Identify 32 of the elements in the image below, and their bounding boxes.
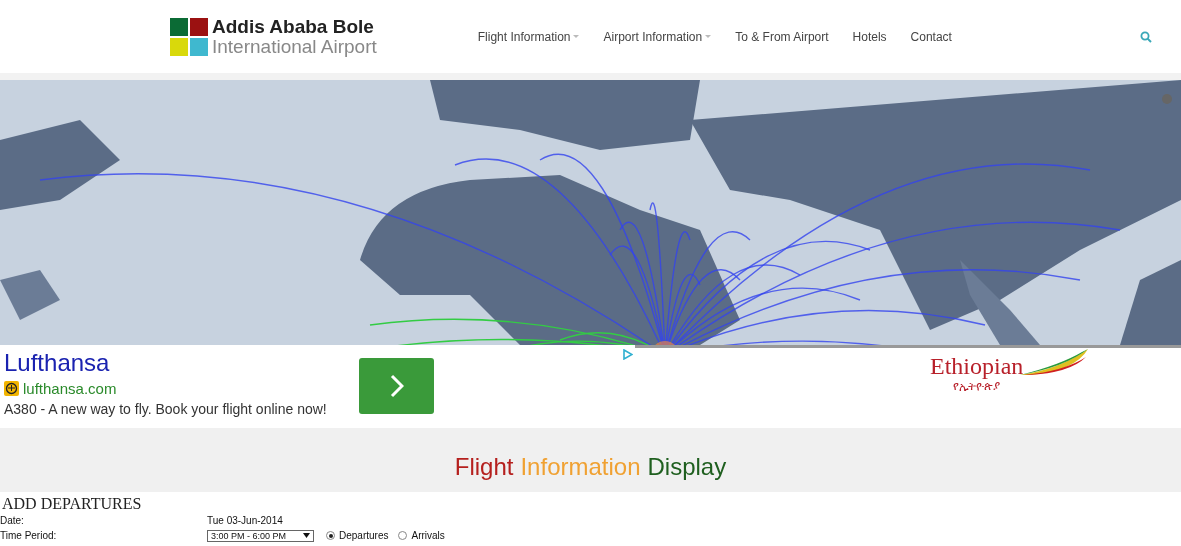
field-label: Date: xyxy=(0,515,25,526)
airline-logo-icon xyxy=(4,381,19,396)
field-value: Tue 03-Jun-2014 xyxy=(207,515,283,526)
ad-choices-icon[interactable] xyxy=(622,349,633,360)
radio-label[interactable]: Departures xyxy=(339,530,389,541)
page-title-word: Information xyxy=(520,453,641,481)
chevron-right-icon xyxy=(389,374,404,398)
ad-title[interactable]: Lufthansa xyxy=(4,349,354,377)
radio-button[interactable] xyxy=(398,531,408,540)
nav-link[interactable]: Hotels xyxy=(852,29,887,44)
logo-icon xyxy=(170,17,208,56)
nav-link[interactable]: Contact xyxy=(910,29,952,44)
search-icon[interactable] xyxy=(1139,30,1152,43)
ad-text: A380 - A new way to fly. Book your flight online now! xyxy=(4,401,328,417)
slide-dot-icon[interactable] xyxy=(1162,94,1172,104)
field-label: Time Period: xyxy=(0,530,58,541)
ad-open-button[interactable] xyxy=(359,358,434,414)
nav-link[interactable]: To & From Airport xyxy=(735,29,829,44)
caret-icon xyxy=(303,533,310,538)
sponsor-name: Ethiopian xyxy=(930,353,1024,379)
radio-button[interactable] xyxy=(326,531,335,540)
nav-link[interactable]: Flight Information xyxy=(477,29,580,44)
sponsor-script: የኢትዮጵያ xyxy=(953,379,1001,393)
logo-subtitle: International Airport xyxy=(212,36,377,57)
time-period-select[interactable]: 3:00 PM - 6:00 PM xyxy=(207,529,314,542)
ad-url[interactable]: lufthansa.com xyxy=(23,380,117,397)
page-title-word: Display xyxy=(647,453,727,481)
nav-link[interactable]: Airport Information xyxy=(603,29,712,44)
radio-label[interactable]: Arrivals xyxy=(411,530,445,541)
section-heading: ADD DEPARTURES xyxy=(1,494,143,513)
page-title-word: Flight xyxy=(454,453,514,481)
logo-title: Addis Ababa Bole xyxy=(212,16,375,37)
